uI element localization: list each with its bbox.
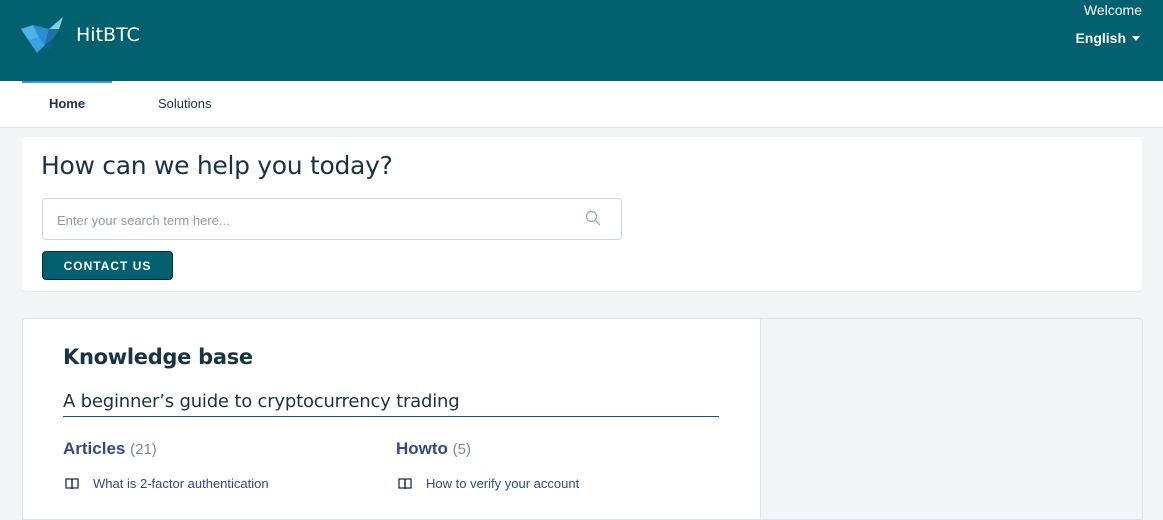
folder-name: Articles [63, 439, 126, 458]
folder-name: Howto [396, 439, 448, 458]
tab-home[interactable]: Home [22, 81, 112, 127]
folder-count: (5) [452, 441, 472, 458]
folder-howto[interactable]: Howto (5) [396, 439, 471, 459]
brand-name[interactable]: HitBTC [76, 24, 140, 46]
logo-icon[interactable] [19, 15, 65, 55]
book-icon [65, 477, 79, 489]
top-header: HitBTC Welcome English [0, 0, 1163, 81]
article-link[interactable]: What is 2-factor authentication [65, 476, 269, 491]
sidebar-panel [760, 318, 1143, 520]
welcome-text: Welcome [1083, 2, 1142, 18]
article-link[interactable]: How to verify your account [398, 476, 579, 491]
knowledge-base-panel: Knowledge base A beginner’s guide to cry… [22, 318, 760, 520]
help-hero: How can we help you today? CONTACT US [22, 137, 1142, 291]
article-title: What is 2-factor authentication [93, 476, 269, 491]
caret-down-icon [1132, 35, 1140, 41]
book-icon [398, 477, 412, 489]
search-icon[interactable] [585, 210, 601, 226]
language-label: English [1075, 30, 1126, 46]
search-box [42, 198, 622, 241]
contact-us-button[interactable]: CONTACT US [42, 251, 173, 280]
category-title[interactable]: A beginner’s guide to cryptocurrency tra… [63, 391, 719, 417]
folder-count: (21) [130, 441, 157, 458]
search-input[interactable] [55, 199, 579, 241]
hero-title: How can we help you today? [41, 151, 393, 180]
nav-tabs: Home Solutions [0, 81, 1163, 128]
folder-articles[interactable]: Articles (21) [63, 439, 157, 459]
language-selector[interactable]: English [1075, 30, 1140, 46]
article-title: How to verify your account [426, 476, 580, 491]
tab-solutions[interactable]: Solutions [158, 81, 211, 127]
knowledge-base-title: Knowledge base [63, 345, 253, 369]
